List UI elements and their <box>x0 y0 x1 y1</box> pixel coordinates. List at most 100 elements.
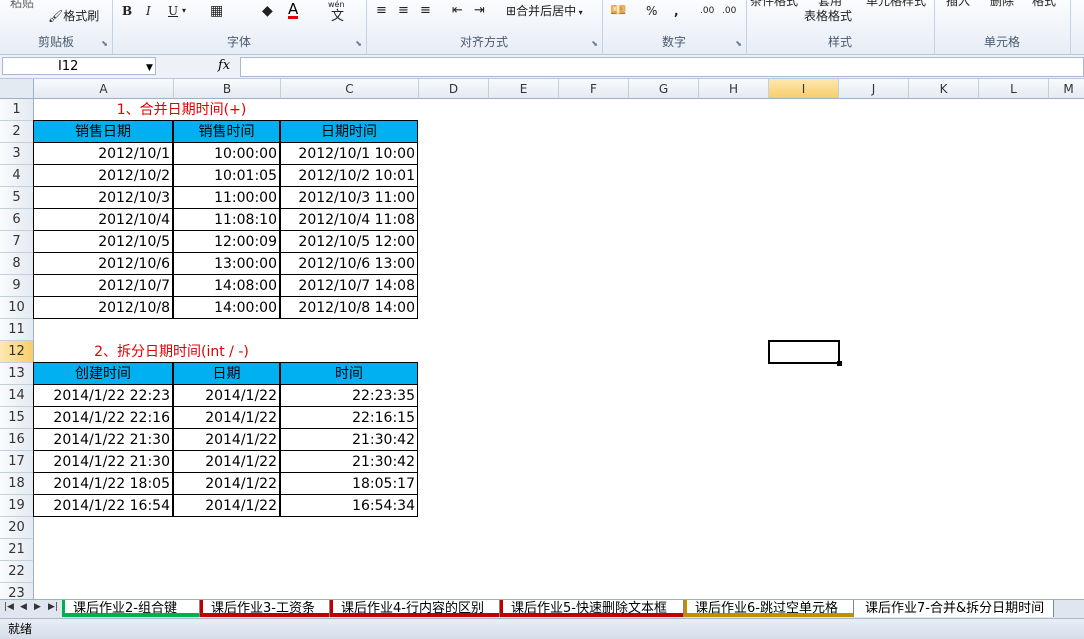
table-cell[interactable]: 2012/10/3 <box>33 186 173 209</box>
column-header-i[interactable]: I <box>769 79 839 99</box>
format-button[interactable]: 格式 <box>1032 0 1056 10</box>
table-cell[interactable]: 2014/1/22 <box>173 384 280 407</box>
first-sheet-icon[interactable]: |◀ <box>4 602 14 612</box>
table-cell[interactable]: 18:05:17 <box>280 472 418 495</box>
row-header-14[interactable]: 14 <box>0 385 34 407</box>
table-cell[interactable]: 2014/1/22 <box>173 472 280 495</box>
name-box[interactable]: I12 <box>2 57 156 75</box>
dialog-launcher-icon[interactable]: ⬊ <box>101 39 108 48</box>
percent-button[interactable]: % <box>646 2 657 20</box>
table-cell[interactable]: 2014/1/22 <box>173 450 280 473</box>
column-header-e[interactable]: E <box>489 79 559 99</box>
formula-input[interactable] <box>240 57 1084 77</box>
table-cell[interactable]: 2012/10/8 <box>33 296 173 319</box>
column-header-h[interactable]: H <box>699 79 769 99</box>
fill-color-icon[interactable]: ◆ <box>262 2 273 20</box>
table-cell[interactable]: 2014/1/22 <box>173 428 280 451</box>
row-header-21[interactable]: 21 <box>0 539 34 561</box>
paste-button[interactable]: 粘贴 <box>10 0 34 12</box>
increase-indent-icon[interactable]: ⇥ <box>474 2 485 20</box>
table-header-cell[interactable]: 时间 <box>280 362 418 385</box>
table-cell[interactable]: 22:16:15 <box>280 406 418 429</box>
table-cell[interactable]: 2012/10/1 <box>33 142 173 165</box>
chevron-down-icon[interactable]: ▼ <box>146 63 153 73</box>
decrease-decimal-button[interactable]: .00 <box>722 2 736 20</box>
row-header-10[interactable]: 10 <box>0 297 34 319</box>
column-header-f[interactable]: F <box>559 79 629 99</box>
table-cell[interactable]: 14:08:00 <box>173 274 280 297</box>
column-header-j[interactable]: J <box>839 79 909 99</box>
table-cell[interactable]: 21:30:42 <box>280 450 418 473</box>
table-cell[interactable]: 12:00:09 <box>173 230 280 253</box>
table-cell[interactable]: 2012/10/5 12:00 <box>280 230 418 253</box>
align-right-icon[interactable]: ≡ <box>420 2 431 20</box>
underline-button[interactable]: U <box>168 2 178 20</box>
table-cell[interactable]: 21:30:42 <box>280 428 418 451</box>
row-header-7[interactable]: 7 <box>0 231 34 253</box>
row-header-19[interactable]: 19 <box>0 495 34 517</box>
underline-dropdown-icon[interactable]: ▾ <box>182 2 186 20</box>
table-cell[interactable]: 2012/10/7 14:08 <box>280 274 418 297</box>
table-cell[interactable]: 2014/1/22 <box>173 494 280 517</box>
table-cell[interactable]: 2012/10/3 11:00 <box>280 186 418 209</box>
active-cell-selection[interactable] <box>768 340 840 364</box>
table-cell[interactable]: 2012/10/2 10:01 <box>280 164 418 187</box>
insert-button[interactable]: 插入 <box>946 0 970 10</box>
row-header-17[interactable]: 17 <box>0 451 34 473</box>
row-header-18[interactable]: 18 <box>0 473 34 495</box>
table-cell[interactable]: 2012/10/2 <box>33 164 173 187</box>
table-cell[interactable]: 14:00:00 <box>173 296 280 319</box>
column-header-d[interactable]: D <box>419 79 489 99</box>
table-cell[interactable]: 13:00:00 <box>173 252 280 275</box>
table-cell[interactable]: 2012/10/4 11:08 <box>280 208 418 231</box>
column-header-m[interactable]: M <box>1049 79 1084 99</box>
row-header-20[interactable]: 20 <box>0 517 34 539</box>
conditional-format-button[interactable]: 条件格式 <box>750 0 798 10</box>
table-header-cell[interactable]: 日期时间 <box>280 120 418 143</box>
row-header-2[interactable]: 2 <box>0 121 34 143</box>
column-header-b[interactable]: B <box>174 79 281 99</box>
delete-button[interactable]: 删除 <box>990 0 1014 10</box>
table-header-cell[interactable]: 创建时间 <box>33 362 173 385</box>
bold-button[interactable]: B <box>122 2 132 20</box>
table-cell[interactable]: 2012/10/6 <box>33 252 173 275</box>
comma-button[interactable]: , <box>674 2 679 20</box>
table-cell[interactable]: 16:54:34 <box>280 494 418 517</box>
section-title[interactable]: 1、合并日期时间(+) <box>34 99 419 121</box>
align-center-icon[interactable]: ≡ <box>398 2 409 20</box>
table-cell[interactable]: 11:00:00 <box>173 186 280 209</box>
phonetic-button[interactable]: 文 <box>331 8 344 26</box>
border-icon[interactable]: ▦ <box>210 2 223 20</box>
table-header-cell[interactable]: 销售时间 <box>173 120 280 143</box>
row-header-8[interactable]: 8 <box>0 253 34 275</box>
table-cell[interactable]: 2012/10/6 13:00 <box>280 252 418 275</box>
row-header-15[interactable]: 15 <box>0 407 34 429</box>
decrease-indent-icon[interactable]: ⇤ <box>452 2 463 20</box>
table-cell[interactable]: 10:01:05 <box>173 164 280 187</box>
next-sheet-icon[interactable]: ▶ <box>34 602 41 612</box>
table-cell[interactable]: 2012/10/1 10:00 <box>280 142 418 165</box>
fill-handle[interactable] <box>837 361 842 366</box>
column-header-c[interactable]: C <box>281 79 419 99</box>
section-title[interactable]: 2、拆分日期时间(int / -) <box>34 341 419 363</box>
row-header-3[interactable]: 3 <box>0 143 34 165</box>
cell-styles-button[interactable]: 单元格样式 <box>866 0 926 10</box>
dialog-launcher-icon[interactable]: ⬊ <box>355 39 362 48</box>
currency-icon[interactable]: 💴 <box>610 2 626 20</box>
table-cell[interactable]: 11:08:10 <box>173 208 280 231</box>
sheet-tab[interactable]: 课后作业2-组合键 <box>62 600 200 617</box>
font-color-button[interactable]: A <box>288 2 299 19</box>
table-cell[interactable]: 2014/1/22 <box>173 406 280 429</box>
row-header-5[interactable]: 5 <box>0 187 34 209</box>
table-cell[interactable]: 2014/1/22 18:05 <box>33 472 173 495</box>
worksheet-grid[interactable]: A B C D E F G H I J K L M 1 2 3 4 5 6 7 8 9 10 11 12 13 14 15 16 17 18… <box>0 79 1084 599</box>
sheet-tab[interactable]: 课后作业5-快速删除文本框 <box>500 600 684 617</box>
sheet-tab[interactable]: 课后作业4-行内容的区别 <box>330 600 500 617</box>
italic-button[interactable]: I <box>146 2 151 20</box>
select-all-corner[interactable] <box>0 79 34 99</box>
table-cell[interactable]: 2014/1/22 16:54 <box>33 494 173 517</box>
table-cell[interactable]: 2012/10/8 14:00 <box>280 296 418 319</box>
sheet-tab[interactable]: 课后作业7-合并&拆分日期时间 <box>854 600 1054 617</box>
align-left-icon[interactable]: ≡ <box>376 2 387 20</box>
row-header-13[interactable]: 13 <box>0 363 34 385</box>
